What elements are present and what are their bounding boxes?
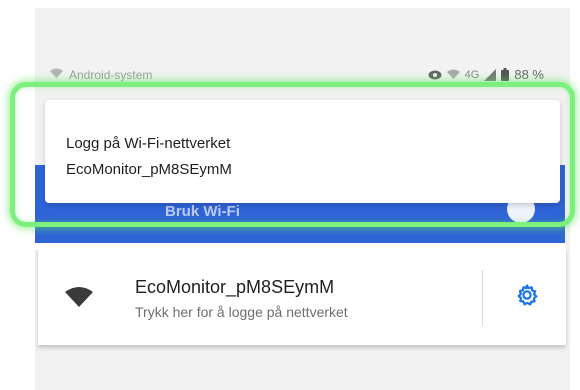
use-wifi-label: Bruk Wi-Fi: [165, 203, 240, 220]
network-list-item[interactable]: EcoMonitor_pM8SEymM Trykk her for å logg…: [38, 248, 566, 345]
notification-title: Logg på Wi-Fi-nettverket: [66, 135, 231, 152]
divider: [482, 270, 483, 326]
battery-percentage: 88 %: [514, 67, 544, 82]
status-app-label: Android-system: [69, 68, 153, 82]
status-bar: Android-system 4G 88 %: [35, 62, 570, 88]
network-type-label: 4G: [464, 68, 480, 81]
notification-network-name: EcoMonitor_pM8SEymM: [66, 161, 232, 178]
battery-icon: [501, 68, 510, 81]
network-name: EcoMonitor_pM8SEymM: [135, 277, 335, 297]
status-wifi-icon-right: [446, 69, 460, 80]
network-subtitle: Trykk her for å logge på nettverket: [135, 304, 348, 320]
status-wifi-icon: [50, 68, 63, 82]
signal-icon: [484, 68, 497, 81]
status-source: Android-system: [50, 68, 152, 82]
wifi-icon: [65, 286, 93, 313]
eye-icon: [428, 70, 442, 80]
gear-icon[interactable]: [515, 283, 539, 312]
wifi-login-notification[interactable]: Logg på Wi-Fi-nettverket EcoMonitor_pM8S…: [45, 100, 560, 203]
screen: Android-system 4G 88 % Bruk Wi-Fi Logg p…: [0, 0, 580, 390]
status-icons: 4G 88 %: [428, 67, 544, 82]
